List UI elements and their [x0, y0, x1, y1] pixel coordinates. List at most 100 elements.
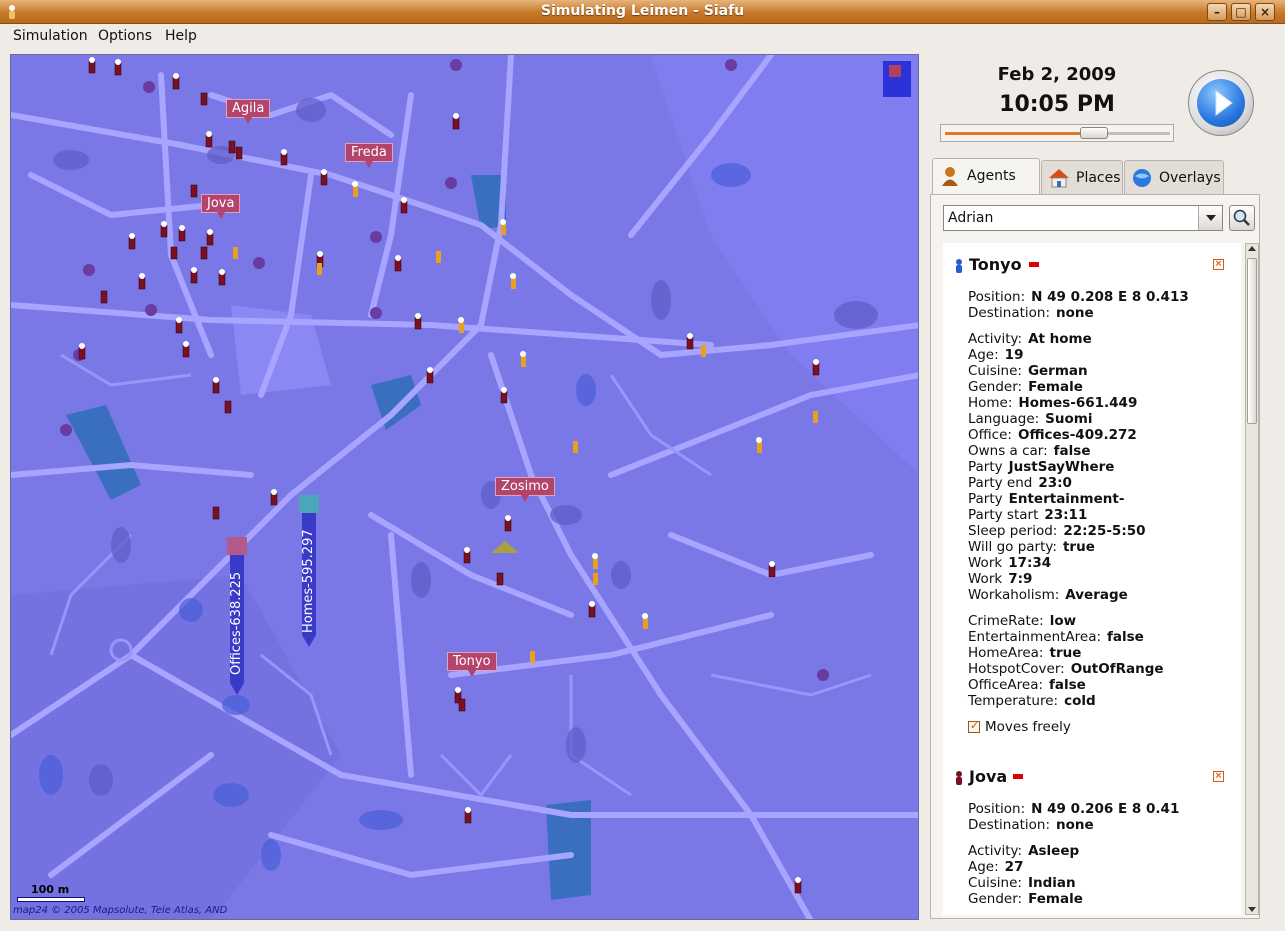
property-value: Entertainment- [1008, 491, 1125, 507]
property-value: OutOfRange [1070, 661, 1164, 677]
house-icon [1049, 169, 1069, 188]
property-value: true [1049, 645, 1082, 661]
tab-overlays[interactable]: Overlays [1124, 160, 1224, 194]
scroll-down-icon[interactable] [1248, 907, 1256, 912]
property-value: 23:0 [1038, 475, 1072, 491]
property-key: CrimeRate: [968, 613, 1044, 629]
property-key: Destination: [968, 305, 1051, 321]
agents-tab-panel: Adrian Tonyo × Position: N 49 0.208 E 8 0.4… [930, 194, 1260, 919]
place-label-homes[interactable]: Homes-595.297 [301, 529, 316, 633]
sim-time: 10:05 PM [999, 92, 1115, 117]
property-value: Offices-409.272 [1017, 427, 1137, 443]
property-key: Age: [968, 347, 999, 363]
property-key: Owns a car: [968, 443, 1048, 459]
agent-property-row: Party Entertainment- [968, 491, 1124, 507]
search-button[interactable] [1229, 205, 1255, 231]
property-value: 7:9 [1008, 571, 1033, 587]
agent-property-row: Work 7:9 [968, 571, 1032, 587]
agent-property-row: Office: Offices-409.272 [968, 427, 1137, 443]
simulation-map[interactable]: Agila Freda Jova Zosimo Tonyo Offices-63… [10, 54, 919, 920]
agent-property-row: Cuisine: German [968, 363, 1088, 379]
agent-label-jova[interactable]: Jova [201, 194, 241, 219]
property-value: 19 [1004, 347, 1024, 363]
moves-freely-checkbox[interactable] [968, 719, 980, 733]
close-icon[interactable]: × [1213, 771, 1224, 782]
agent-property-row: Will go party: true [968, 539, 1095, 555]
map-scale-bar [17, 897, 85, 902]
agent-property-row: Party end 23:0 [968, 475, 1072, 491]
property-value: Average [1065, 587, 1128, 603]
property-key: Workaholism: [968, 587, 1060, 603]
place-label-offices[interactable]: Offices-638.225 [229, 572, 244, 675]
tab-places[interactable]: Places [1041, 160, 1123, 194]
agents-icon [942, 167, 958, 186]
agent-label-freda[interactable]: Freda [345, 143, 393, 168]
slider-thumb[interactable] [1080, 127, 1108, 139]
agent-property-row: Party start 23:11 [968, 507, 1087, 523]
maximize-button[interactable]: □ [1231, 3, 1251, 21]
agent-name: Jova [969, 767, 1008, 786]
property-key: Position: [968, 801, 1026, 817]
tab-overlays-label: Overlays [1159, 170, 1221, 186]
property-value: At home [1028, 331, 1092, 347]
property-key: OfficeArea: [968, 677, 1044, 693]
agent-property-row: Cuisine: Indian [968, 875, 1076, 891]
sim-date: Feb 2, 2009 [997, 64, 1117, 85]
agent-details-list: Tonyo × Position: N 49 0.208 E 8 0.413 Desti… [943, 243, 1241, 915]
chevron-down-icon[interactable] [1198, 206, 1222, 230]
property-value: none [1056, 305, 1094, 321]
agent-property-row: Gender: Female [968, 891, 1083, 907]
property-value: Female [1028, 379, 1083, 395]
tab-agents[interactable]: Agents [932, 158, 1040, 195]
agent-property-row: Language: Suomi [968, 411, 1092, 427]
close-button[interactable]: × [1255, 3, 1275, 21]
property-key: Home: [968, 395, 1013, 411]
property-value: true [1062, 539, 1095, 555]
property-value: low [1049, 613, 1077, 629]
agent-property-row: EntertainmentArea: false [968, 629, 1144, 645]
map-agents [78, 57, 911, 894]
slider-fill [945, 132, 1094, 135]
menu-options[interactable]: Options [98, 28, 152, 44]
tab-agents-label: Agents [967, 168, 1016, 184]
agent-search-value: Adrian [948, 210, 994, 226]
property-key: Position: [968, 289, 1026, 305]
close-icon[interactable]: × [1213, 259, 1224, 270]
minimize-button[interactable]: – [1207, 3, 1227, 21]
property-value: 17:34 [1008, 555, 1052, 571]
agent-label-zosimo[interactable]: Zosimo [495, 477, 555, 502]
agent-label-tonyo[interactable]: Tonyo [447, 652, 497, 677]
globe-icon [1133, 169, 1151, 187]
play-button[interactable] [1188, 70, 1254, 136]
menu-simulation[interactable]: Simulation [13, 28, 88, 44]
property-key: Work [968, 571, 1003, 587]
property-value: Suomi [1045, 411, 1093, 427]
map-scale-label: 100 m [31, 883, 70, 896]
agent-property-row: Activity: Asleep [968, 843, 1079, 859]
agent-search-combo[interactable]: Adrian [943, 205, 1223, 231]
property-key: Age: [968, 859, 999, 875]
property-value: German [1027, 363, 1088, 379]
property-key: Party [968, 459, 1003, 475]
scroll-up-icon[interactable] [1248, 246, 1256, 251]
agent-label-agila[interactable]: Agila [226, 99, 271, 124]
agent-list-scrollbar[interactable] [1245, 243, 1259, 915]
property-value: cold [1064, 693, 1096, 709]
agent-property-row: Position: N 49 0.206 E 8 0.41 [968, 801, 1179, 817]
property-value: Asleep [1028, 843, 1080, 859]
agent-property-row: OfficeArea: false [968, 677, 1086, 693]
agent-property-row: Workaholism: Average [968, 587, 1128, 603]
property-value: Homes-661.449 [1018, 395, 1138, 411]
property-value: false [1107, 629, 1144, 645]
agent-person-icon [956, 259, 962, 273]
menu-help[interactable]: Help [165, 28, 197, 44]
agent-property-row: Owns a car: false [968, 443, 1090, 459]
agent-property-row: Age: 19 [968, 347, 1023, 363]
property-key: HotspotCover: [968, 661, 1065, 677]
property-key: Cuisine: [968, 875, 1022, 891]
property-value: false [1053, 443, 1091, 459]
property-value: 23:11 [1044, 507, 1088, 523]
panel-tabs: Agents Places Overlays [930, 158, 1260, 195]
scrollbar-thumb[interactable] [1247, 258, 1257, 424]
speed-slider[interactable] [940, 124, 1174, 142]
